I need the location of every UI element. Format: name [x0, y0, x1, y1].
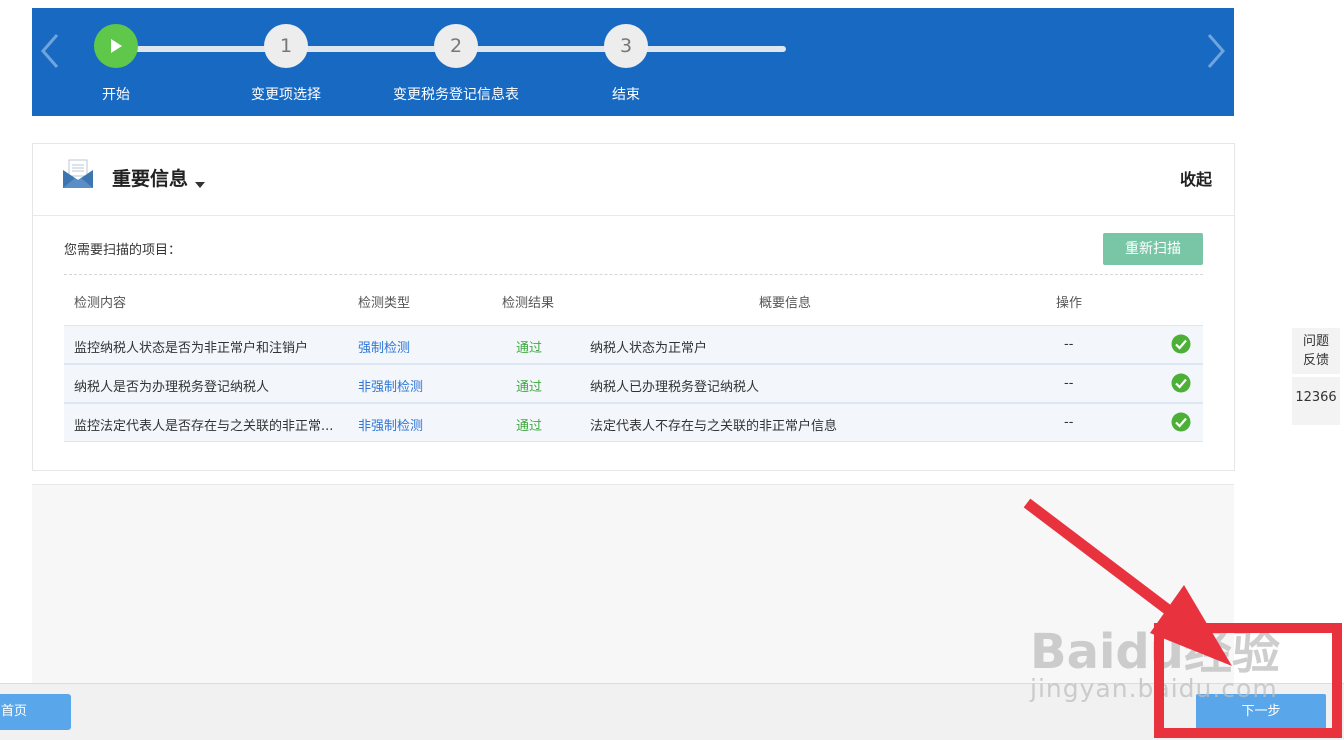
table-row: 纳税人是否为办理税务登记纳税人 非强制检测 通过 纳税人已办理税务登记纳税人 -…: [64, 364, 1203, 403]
row-content: 纳税人是否为办理税务登记纳税人: [74, 380, 270, 395]
col-header-type: 检测类型: [358, 296, 411, 311]
play-icon: [94, 24, 138, 68]
row-type-link[interactable]: 非强制检测: [358, 415, 423, 434]
row-type-link[interactable]: 强制检测: [358, 337, 410, 356]
progress-stepper: 开始 1 变更项选择 2 变更税务登记信息表 3 结束: [32, 8, 1234, 116]
hotline-button[interactable]: 12366: [1292, 377, 1340, 425]
step-3[interactable]: 3 结束: [546, 24, 706, 104]
step-label: 结束: [612, 87, 640, 103]
important-info-panel: 重要信息 收起 您需要扫描的项目： 重新扫描 检测内容 检测类型 检测结果 概要…: [32, 143, 1235, 471]
step-2[interactable]: 2 变更税务登记信息表: [376, 24, 536, 104]
row-summary: 法定代表人不存在与之关联的非正常户信息: [590, 419, 838, 434]
row-summary: 纳税人状态为正常户: [590, 341, 708, 356]
feedback-label-line2: 反馈: [1302, 353, 1329, 368]
table-row: 监控法定代表人是否存在与之关联的非正常... 非强制检测 通过 法定代表人不存在…: [64, 403, 1203, 442]
row-operation: --: [1064, 376, 1074, 391]
collapse-link[interactable]: 收起: [1180, 166, 1212, 190]
check-table: 监控纳税人状态是否为非正常户和注销户 强制检测 通过 纳税人状态为正常户 -- …: [64, 324, 1203, 442]
col-header-result: 检测结果: [502, 296, 555, 311]
caret-down-icon[interactable]: [195, 173, 205, 192]
check-circle-icon: [1171, 412, 1191, 432]
feedback-button[interactable]: 问题 反馈: [1292, 328, 1340, 374]
panel-title: 重要信息: [112, 168, 189, 190]
step-start[interactable]: 开始: [36, 24, 196, 104]
row-operation: --: [1064, 337, 1074, 352]
next-arrow-icon[interactable]: [1203, 33, 1229, 69]
col-header-operation: 操作: [1056, 296, 1083, 311]
col-header-summary: 概要信息: [759, 296, 812, 311]
divider: [64, 274, 1203, 275]
row-result: 通过: [516, 380, 543, 395]
row-type-link[interactable]: 非强制检测: [358, 376, 423, 395]
table-row: 监控纳税人状态是否为非正常户和注销户 强制检测 通过 纳税人状态为正常户 --: [64, 325, 1203, 364]
watermark: Baidu经验 jingyan.baidu.com: [1030, 612, 1280, 703]
envelope-icon: [61, 159, 95, 193]
panel-header: 重要信息 收起: [33, 144, 1234, 216]
rescan-button[interactable]: 重新扫描: [1103, 233, 1203, 265]
watermark-url: jingyan.baidu.com: [1030, 674, 1278, 703]
step-label: 变更项选择: [251, 87, 321, 103]
col-header-content: 检测内容: [74, 296, 127, 311]
row-result: 通过: [516, 419, 543, 434]
row-operation: --: [1064, 415, 1074, 430]
step-label: 变更税务登记信息表: [393, 87, 519, 103]
check-circle-icon: [1171, 334, 1191, 354]
watermark-logo: Baidu经验: [1030, 624, 1280, 680]
row-content: 监控法定代表人是否存在与之关联的非正常...: [74, 419, 334, 434]
scan-items-label: 您需要扫描的项目：: [64, 243, 182, 258]
step-number: 1: [264, 24, 308, 68]
check-circle-icon: [1171, 373, 1191, 393]
row-content: 监控纳税人状态是否为非正常户和注销户: [74, 341, 309, 356]
row-result: 通过: [516, 341, 543, 356]
step-label: 开始: [102, 87, 130, 103]
step-1[interactable]: 1 变更项选择: [206, 24, 366, 104]
feedback-label-line1: 问题: [1302, 334, 1329, 349]
step-number: 3: [604, 24, 648, 68]
row-summary: 纳税人已办理税务登记纳税人: [590, 380, 760, 395]
step-number: 2: [434, 24, 478, 68]
home-button[interactable]: 回首页: [0, 694, 71, 730]
